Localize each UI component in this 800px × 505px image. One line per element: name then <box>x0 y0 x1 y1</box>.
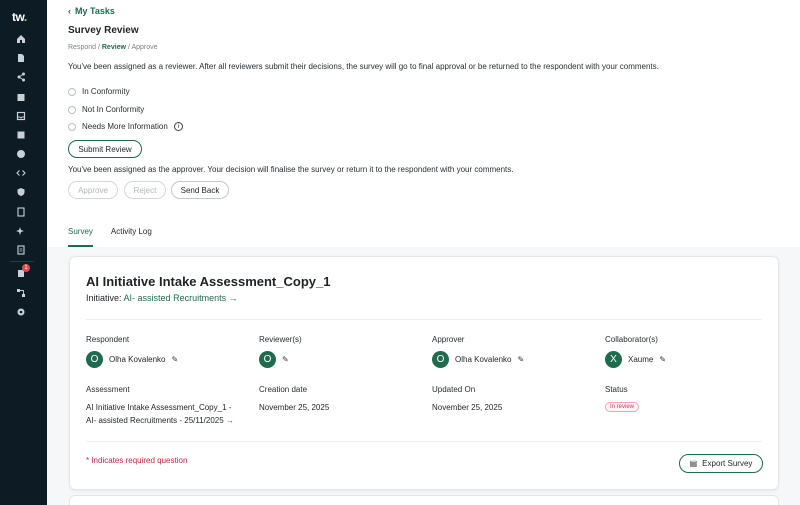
collaborator: X Xaume ✎ <box>605 351 666 368</box>
edit-pencil-icon[interactable]: ✎ <box>517 355 524 364</box>
edit-pencil-icon[interactable]: ✎ <box>282 355 289 364</box>
shield-icon[interactable] <box>15 186 27 198</box>
avatar: X <box>605 351 622 368</box>
chevron-left-icon: ‹ <box>68 6 71 16</box>
divider <box>86 319 762 320</box>
creation-date-label: Creation date <box>259 385 308 394</box>
main-content: ‹ My Tasks Survey Review Respond / Revie… <box>47 0 800 505</box>
user-icon[interactable] <box>15 148 27 160</box>
tab-activity-log[interactable]: Activity Log <box>111 227 152 247</box>
collaborators-label: Collaborator(s) <box>605 335 658 344</box>
radio-button[interactable] <box>68 122 76 131</box>
option-needs-more-information[interactable]: Needs More Information i <box>68 122 183 131</box>
export-icon: ▤ <box>689 459 698 468</box>
approver-label: Approver <box>432 335 465 344</box>
divider <box>86 441 762 442</box>
survey-title: AI Initiative Intake Assessment_Copy_1 <box>86 274 331 289</box>
avatar: O <box>259 351 276 368</box>
export-survey-button[interactable]: ▤ Export Survey <box>679 454 763 473</box>
report-icon[interactable] <box>15 206 27 218</box>
respondent: O Olha Kovalenko ✎ <box>86 351 178 368</box>
radio-button[interactable] <box>68 87 76 96</box>
code-icon[interactable] <box>15 167 27 179</box>
notification-badge: 1 <box>22 264 30 272</box>
next-card <box>69 495 779 505</box>
home-icon[interactable] <box>15 33 27 45</box>
reviewer: O ✎ <box>259 351 289 368</box>
reject-button[interactable]: Reject <box>124 181 166 199</box>
assessment-value[interactable]: AI Initiative Intake Assessment_Copy_1 -… <box>86 401 234 427</box>
radio-button[interactable] <box>68 105 76 114</box>
list-icon[interactable] <box>15 244 27 256</box>
building-icon[interactable] <box>15 91 27 103</box>
inbox-icon[interactable] <box>15 110 27 122</box>
assessment-label: Assessment <box>86 385 130 394</box>
approver: O Olha Kovalenko ✎ <box>432 351 524 368</box>
submit-review-button[interactable]: Submit Review <box>68 140 142 158</box>
survey-summary-card: AI Initiative Intake Assessment_Copy_1 I… <box>69 256 779 490</box>
initiative-link[interactable]: AI- assisted Recruitments → <box>124 293 238 303</box>
gear-icon[interactable] <box>15 306 27 318</box>
edit-pencil-icon[interactable]: ✎ <box>171 355 178 364</box>
creation-date-value: November 25, 2025 <box>259 403 330 412</box>
status-label: Status <box>605 385 628 394</box>
edit-pencil-icon[interactable]: ✎ <box>659 355 666 364</box>
updated-on-value: November 25, 2025 <box>432 403 503 412</box>
share-icon[interactable] <box>15 71 27 83</box>
respondent-label: Respondent <box>86 335 130 344</box>
info-icon[interactable]: i <box>173 122 183 131</box>
tab-bar: Survey Activity Log <box>68 227 152 247</box>
option-in-conformity[interactable]: In Conformity <box>68 87 130 96</box>
approve-button[interactable]: Approve <box>68 181 118 199</box>
approver-note-text: You've been assigned as the approver. Yo… <box>68 165 514 174</box>
avatar: O <box>432 351 449 368</box>
breadcrumb: Respond / Review / Approve <box>68 44 158 51</box>
initiative-line: Initiative: AI- assisted Recruitments → <box>86 293 238 303</box>
send-back-button[interactable]: Send Back <box>171 181 229 199</box>
required-note: * Indicates required question <box>86 456 188 465</box>
back-to-tasks-link[interactable]: ‹ My Tasks <box>68 6 115 16</box>
avatar: O <box>86 351 103 368</box>
gallery-icon[interactable] <box>15 129 27 141</box>
arrow-right-icon: → <box>228 293 238 303</box>
sidebar: tw. 1 <box>0 0 47 505</box>
integrations-icon[interactable] <box>15 287 27 299</box>
tab-survey[interactable]: Survey <box>68 227 93 247</box>
option-not-in-conformity[interactable]: Not In Conformity <box>68 105 144 114</box>
status-badge: In review <box>605 402 640 412</box>
logo[interactable]: tw. <box>12 10 27 24</box>
reviewers-label: Reviewer(s) <box>259 335 302 344</box>
updated-on-label: Updated On <box>432 385 476 394</box>
arrow-right-icon: → <box>225 416 234 425</box>
sidebar-divider <box>10 261 34 262</box>
document-icon[interactable] <box>15 52 27 64</box>
back-link-label: My Tasks <box>75 6 115 16</box>
reviewer-intro-text: You've been assigned as a reviewer. Afte… <box>68 62 659 71</box>
sparkle-icon[interactable] <box>15 225 27 237</box>
page-title: Survey Review <box>68 25 139 36</box>
